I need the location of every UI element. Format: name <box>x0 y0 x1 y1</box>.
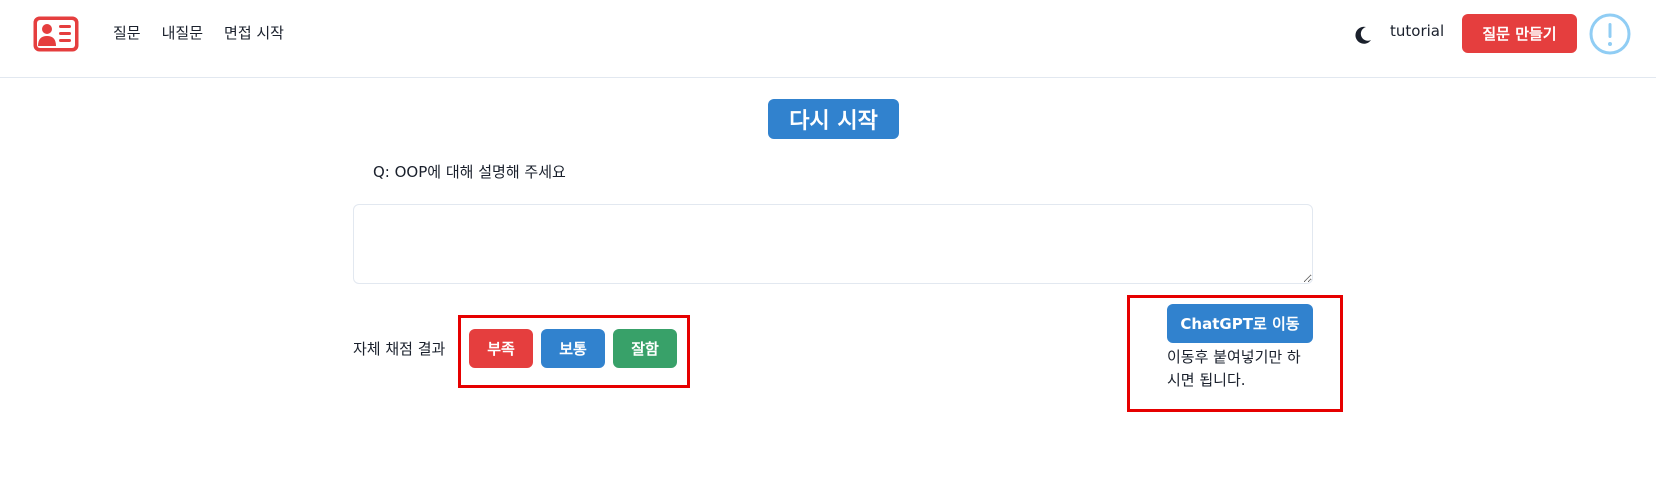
chatgpt-button[interactable]: ChatGPT로 이동 <box>1167 304 1313 343</box>
nav-link-my-questions[interactable]: 내질문 <box>162 22 203 43</box>
score-good-button[interactable]: 잘함 <box>613 329 677 368</box>
moon-icon[interactable] <box>1352 24 1374 46</box>
score-normal-button[interactable]: 보통 <box>541 329 605 368</box>
nav-link-questions[interactable]: 질문 <box>113 22 141 43</box>
question-text: Q: OOP에 대해 설명해 주세요 <box>373 163 566 181</box>
navbar: 질문 내질문 면접 시작 tutorial 질문 만들기 <box>0 0 1656 78</box>
exclamation-circle-icon[interactable] <box>1589 13 1631 55</box>
make-question-button[interactable]: 질문 만들기 <box>1462 14 1577 53</box>
tutorial-link[interactable]: tutorial <box>1390 22 1444 40</box>
nav-link-start-interview[interactable]: 면접 시작 <box>224 22 284 43</box>
restart-button[interactable]: 다시 시작 <box>768 99 899 139</box>
chatgpt-note: 이동후 붙여넣기만 하시면 됩니다. <box>1167 348 1301 389</box>
self-score-label: 자체 채점 결과 <box>353 340 446 358</box>
answer-textarea[interactable] <box>353 204 1313 284</box>
id-card-icon[interactable] <box>32 15 80 53</box>
score-poor-button[interactable]: 부족 <box>469 329 533 368</box>
nav-links: 질문 내질문 면접 시작 <box>113 22 284 43</box>
